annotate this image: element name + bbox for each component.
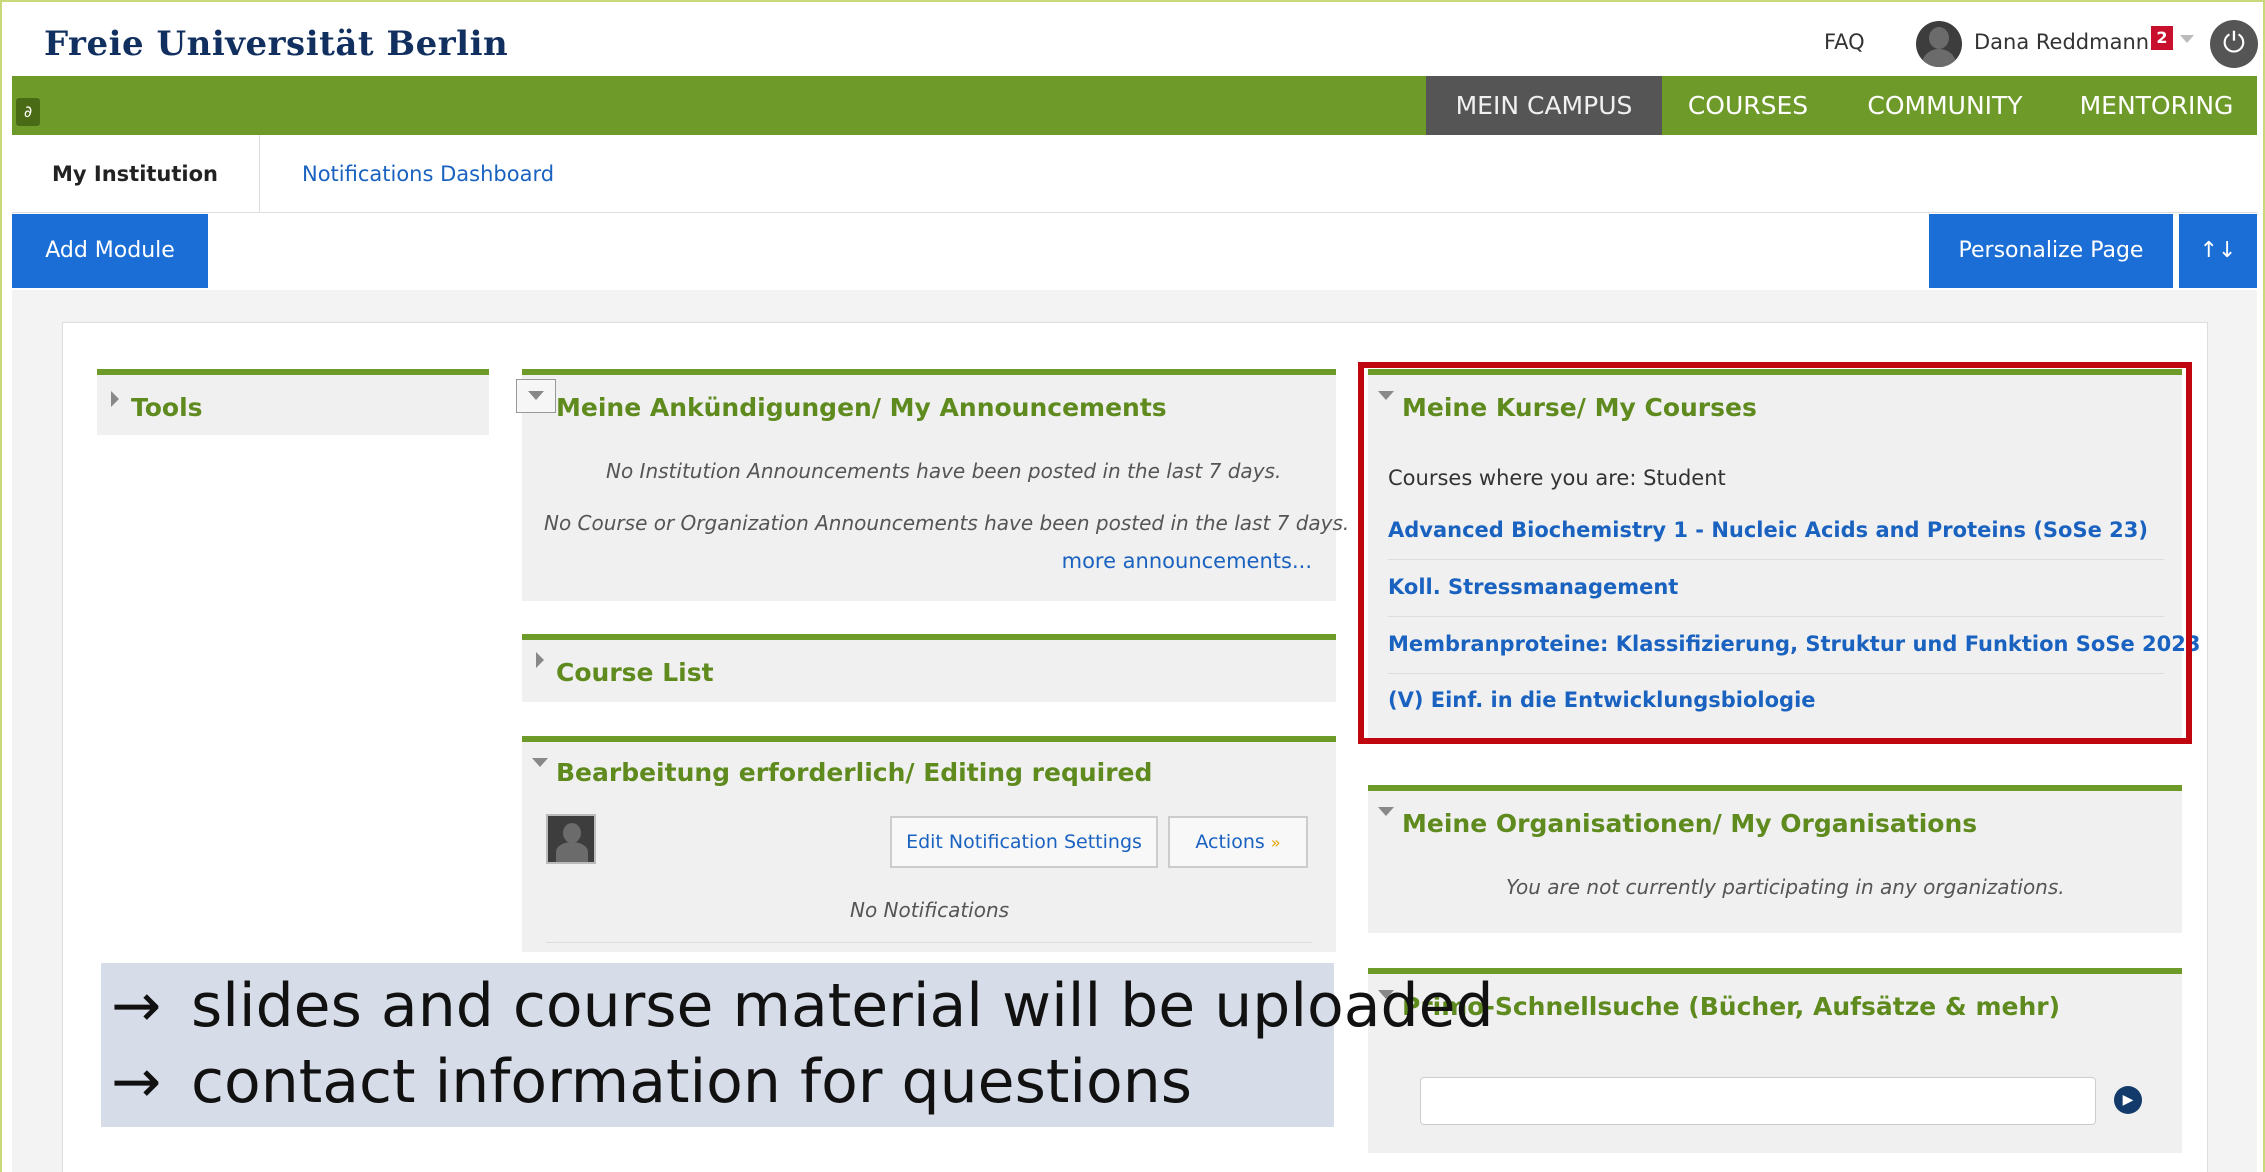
notification-badge[interactable]: 2 xyxy=(2151,26,2173,50)
action-bar: Add Module Personalize Page ↑↓ xyxy=(12,214,2257,290)
editing-required-module: Bearbeitung erforderlich/ Editing requir… xyxy=(522,736,1336,952)
module-title[interactable]: Meine Organisationen/ My Organisations xyxy=(1402,809,1977,838)
avatar[interactable] xyxy=(1916,21,1962,67)
divider xyxy=(546,942,1312,943)
expand-icon[interactable] xyxy=(536,652,544,668)
chevron-double-down-icon: » xyxy=(1270,833,1281,852)
nav-mentoring[interactable]: MENTORING xyxy=(2056,76,2257,135)
personalize-page-button[interactable]: Personalize Page xyxy=(1929,214,2173,288)
tab-notifications-dashboard[interactable]: Notifications Dashboard xyxy=(302,135,554,213)
arrow-right-icon: → xyxy=(111,971,162,1041)
module-title[interactable]: Tools xyxy=(131,393,203,422)
course-list-module: Course List xyxy=(522,634,1336,702)
nav-mein-campus[interactable]: MEIN CAMPUS xyxy=(1426,76,1662,135)
search-input[interactable] xyxy=(1420,1077,2096,1125)
reorder-icon[interactable]: ↑↓ xyxy=(2179,214,2257,288)
chevron-down-icon[interactable] xyxy=(2180,35,2194,43)
avatar xyxy=(546,814,596,864)
module-title[interactable]: Meine Ankündigungen/ My Announcements xyxy=(556,393,1167,422)
faq-link[interactable]: FAQ xyxy=(1824,30,1865,54)
note-line: contact information for questions xyxy=(191,1047,1193,1117)
add-module-button[interactable]: Add Module xyxy=(12,214,208,288)
user-name[interactable]: Dana Reddmann xyxy=(1974,30,2149,54)
course-announcements-message: No Course or Organization Announcements … xyxy=(544,511,1350,535)
power-icon[interactable]: ⏻ xyxy=(2210,20,2258,68)
more-announcements-link[interactable]: more announcements... xyxy=(1062,549,1312,573)
module-title[interactable]: Primo-Schnellsuche (Bücher, Aufsätze & m… xyxy=(1402,992,2060,1021)
annotation-note: → slides and course material will be upl… xyxy=(101,963,1494,1127)
module-title[interactable]: Bearbeitung erforderlich/ Editing requir… xyxy=(556,758,1152,787)
expand-icon[interactable] xyxy=(111,391,119,407)
tools-module: Tools xyxy=(97,369,489,435)
highlight-box xyxy=(1358,362,2192,744)
actions-label: Actions xyxy=(1195,831,1265,853)
actions-button[interactable]: Actions » xyxy=(1168,816,1308,868)
collapse-toggle[interactable] xyxy=(516,379,556,413)
top-header: Freie Universität Berlin FAQ Dana Reddma… xyxy=(12,8,2258,76)
organisations-message: You are not currently participating in a… xyxy=(1506,875,2065,899)
search-go-icon[interactable]: ▶ xyxy=(2114,1086,2142,1114)
link-icon[interactable]: ∂ xyxy=(16,98,40,126)
university-logo[interactable]: Freie Universität Berlin xyxy=(44,24,508,64)
chevron-down-icon[interactable] xyxy=(1378,807,1394,816)
sub-tabs: My Institution Notifications Dashboard xyxy=(12,135,2257,213)
institution-announcements-message: No Institution Announcements have been p… xyxy=(606,459,1282,483)
no-notifications-message: No Notifications xyxy=(850,898,1010,922)
tab-my-institution[interactable]: My Institution xyxy=(12,135,260,213)
main-nav: ∂ MEIN CAMPUS COURSES COMMUNITY MENTORIN… xyxy=(12,76,2257,135)
nav-courses[interactable]: COURSES xyxy=(1662,76,1834,135)
nav-community[interactable]: COMMUNITY xyxy=(1834,76,2056,135)
chevron-down-icon[interactable] xyxy=(532,758,548,767)
note-line: slides and course material will be uploa… xyxy=(191,971,1494,1041)
announcements-module: Meine Ankündigungen/ My Announcements No… xyxy=(516,369,1349,601)
organisations-module: Meine Organisationen/ My Organisations Y… xyxy=(1368,785,2182,933)
arrow-right-icon: → xyxy=(111,1047,162,1117)
edit-notification-settings-button[interactable]: Edit Notification Settings xyxy=(890,816,1158,868)
module-title[interactable]: Course List xyxy=(556,658,714,687)
chevron-down-icon xyxy=(528,391,544,400)
